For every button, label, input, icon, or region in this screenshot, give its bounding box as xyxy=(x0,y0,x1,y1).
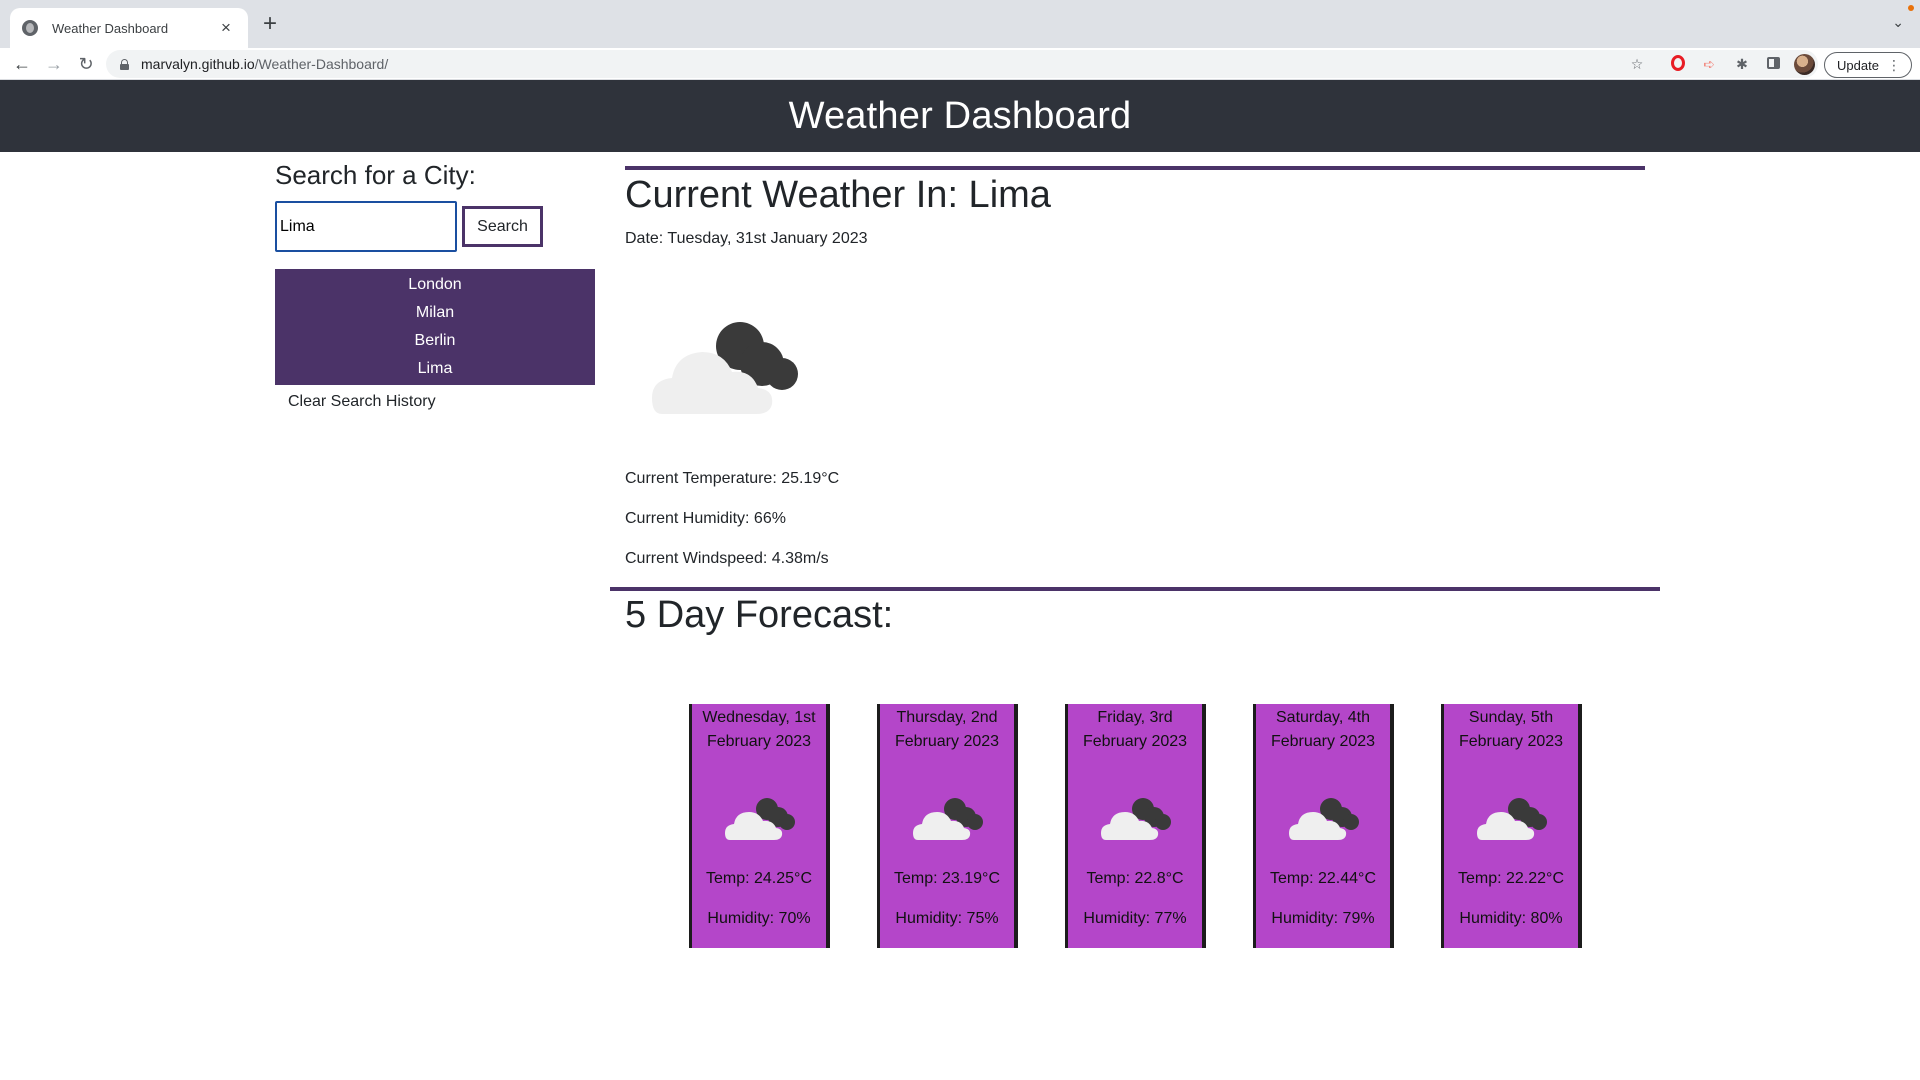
update-label: Update xyxy=(1837,57,1879,73)
history-item-milan[interactable]: Milan xyxy=(275,299,595,327)
search-heading: Search for a City: xyxy=(275,160,476,190)
forecast-card: Friday, 3rd February 2023 Temp: 22.8°C H… xyxy=(1065,704,1206,948)
forecast-date: Thursday, 2nd February 2023 xyxy=(894,709,1000,750)
clear-search-history-button[interactable]: Clear Search History xyxy=(275,393,595,411)
tab-search-chevron-icon[interactable]: ⌄ xyxy=(1892,14,1904,31)
notification-dot xyxy=(1908,5,1914,11)
search-sidebar: Search for a City: Search London Milan B… xyxy=(275,152,595,411)
forecast-temp: Temp: 23.19°C xyxy=(893,870,1000,887)
lock-icon[interactable] xyxy=(120,58,129,70)
forecast-divider xyxy=(610,587,1660,591)
tab-title: Weather Dashboard xyxy=(52,20,169,36)
history-item-london[interactable]: London xyxy=(275,271,595,299)
close-tab-icon[interactable]: × xyxy=(216,18,236,38)
forecast-card: Sunday, 5th February 2023 Temp: 22.22°C … xyxy=(1441,704,1582,948)
partly-cloudy-night-icon xyxy=(1477,798,1547,840)
forecast-card: Saturday, 4th February 2023 Temp: 22.44°… xyxy=(1253,704,1394,948)
bookmark-star-icon[interactable]: ☆ xyxy=(1628,55,1646,73)
current-weather-title: Current Weather In: Lima xyxy=(625,174,1051,216)
partly-cloudy-night-icon xyxy=(1289,798,1359,840)
current-humidity: Current Humidity: 66% xyxy=(625,510,786,527)
browser-tab-strip: Weather Dashboard × + ⌄ xyxy=(0,0,1920,48)
site-header: Weather Dashboard xyxy=(0,80,1920,152)
page-title: Weather Dashboard xyxy=(788,94,1132,137)
partly-cloudy-night-icon xyxy=(913,798,983,840)
reload-icon[interactable]: ↻ xyxy=(74,52,98,76)
current-windspeed: Current Windspeed: 4.38m/s xyxy=(625,550,829,567)
current-date: Date: Tuesday, 31st January 2023 xyxy=(625,230,868,247)
partly-cloudy-night-icon xyxy=(652,322,798,414)
globe-icon xyxy=(22,20,38,36)
forecast-humidity: Humidity: 79% xyxy=(1271,910,1375,927)
new-tab-plus-icon[interactable]: + xyxy=(258,12,282,36)
forecast-humidity: Humidity: 75% xyxy=(895,910,999,927)
current-weather-divider xyxy=(625,166,1645,170)
history-item-berlin[interactable]: Berlin xyxy=(275,327,595,355)
forecast-date: Saturday, 4th February 2023 xyxy=(1270,709,1376,750)
forecast-temp: Temp: 22.44°C xyxy=(1269,870,1376,887)
forecast-card: Wednesday, 1st February 2023 Temp: 24.25… xyxy=(689,704,830,948)
browser-toolbar: ← → ↻ marvalyn.github.io/Weather-Dashboa… xyxy=(0,48,1920,80)
profile-avatar[interactable] xyxy=(1794,54,1815,75)
current-temperature: Current Temperature: 25.19°C xyxy=(625,470,840,487)
forecast-humidity: Humidity: 80% xyxy=(1459,910,1563,927)
side-panel-icon[interactable] xyxy=(1764,55,1782,73)
kebab-menu-icon[interactable]: ⋮ xyxy=(1887,56,1901,74)
forward-arrow-icon[interactable]: → xyxy=(42,52,66,76)
forecast-title: 5 Day Forecast: xyxy=(625,594,894,636)
redirect-extension-icon[interactable]: ➪ xyxy=(1700,55,1718,73)
partly-cloudy-night-icon xyxy=(1101,798,1171,840)
update-button[interactable]: Update ⋮ xyxy=(1824,52,1912,78)
forecast-temp: Temp: 24.25°C xyxy=(705,870,812,887)
history-item-lima[interactable]: Lima xyxy=(275,355,595,383)
partly-cloudy-night-icon xyxy=(725,798,795,840)
forecast-temp: Temp: 22.8°C xyxy=(1086,870,1184,887)
url-text: marvalyn.github.io/Weather-Dashboard/ xyxy=(141,56,389,72)
search-row: Search xyxy=(275,201,595,252)
forecast-temp: Temp: 22.22°C xyxy=(1457,870,1564,887)
browser-tab[interactable]: Weather Dashboard × xyxy=(10,8,248,48)
back-arrow-icon[interactable]: ← xyxy=(10,52,34,76)
address-bar[interactable]: marvalyn.github.io/Weather-Dashboard/ ⇪ xyxy=(106,50,1818,78)
extensions-puzzle-icon[interactable]: ✱ xyxy=(1733,55,1751,73)
forecast-date: Wednesday, 1st February 2023 xyxy=(702,709,816,750)
search-history-list: London Milan Berlin Lima xyxy=(275,269,595,385)
forecast-date: Sunday, 5th February 2023 xyxy=(1458,709,1564,750)
city-search-input[interactable] xyxy=(275,201,457,252)
forecast-humidity: Humidity: 70% xyxy=(707,910,811,927)
search-button[interactable]: Search xyxy=(462,206,543,247)
forecast-humidity: Humidity: 77% xyxy=(1083,910,1187,927)
forecast-date: Friday, 3rd February 2023 xyxy=(1082,709,1188,750)
opera-extension-icon[interactable] xyxy=(1669,55,1687,73)
forecast-card: Thursday, 2nd February 2023 Temp: 23.19°… xyxy=(877,704,1018,948)
